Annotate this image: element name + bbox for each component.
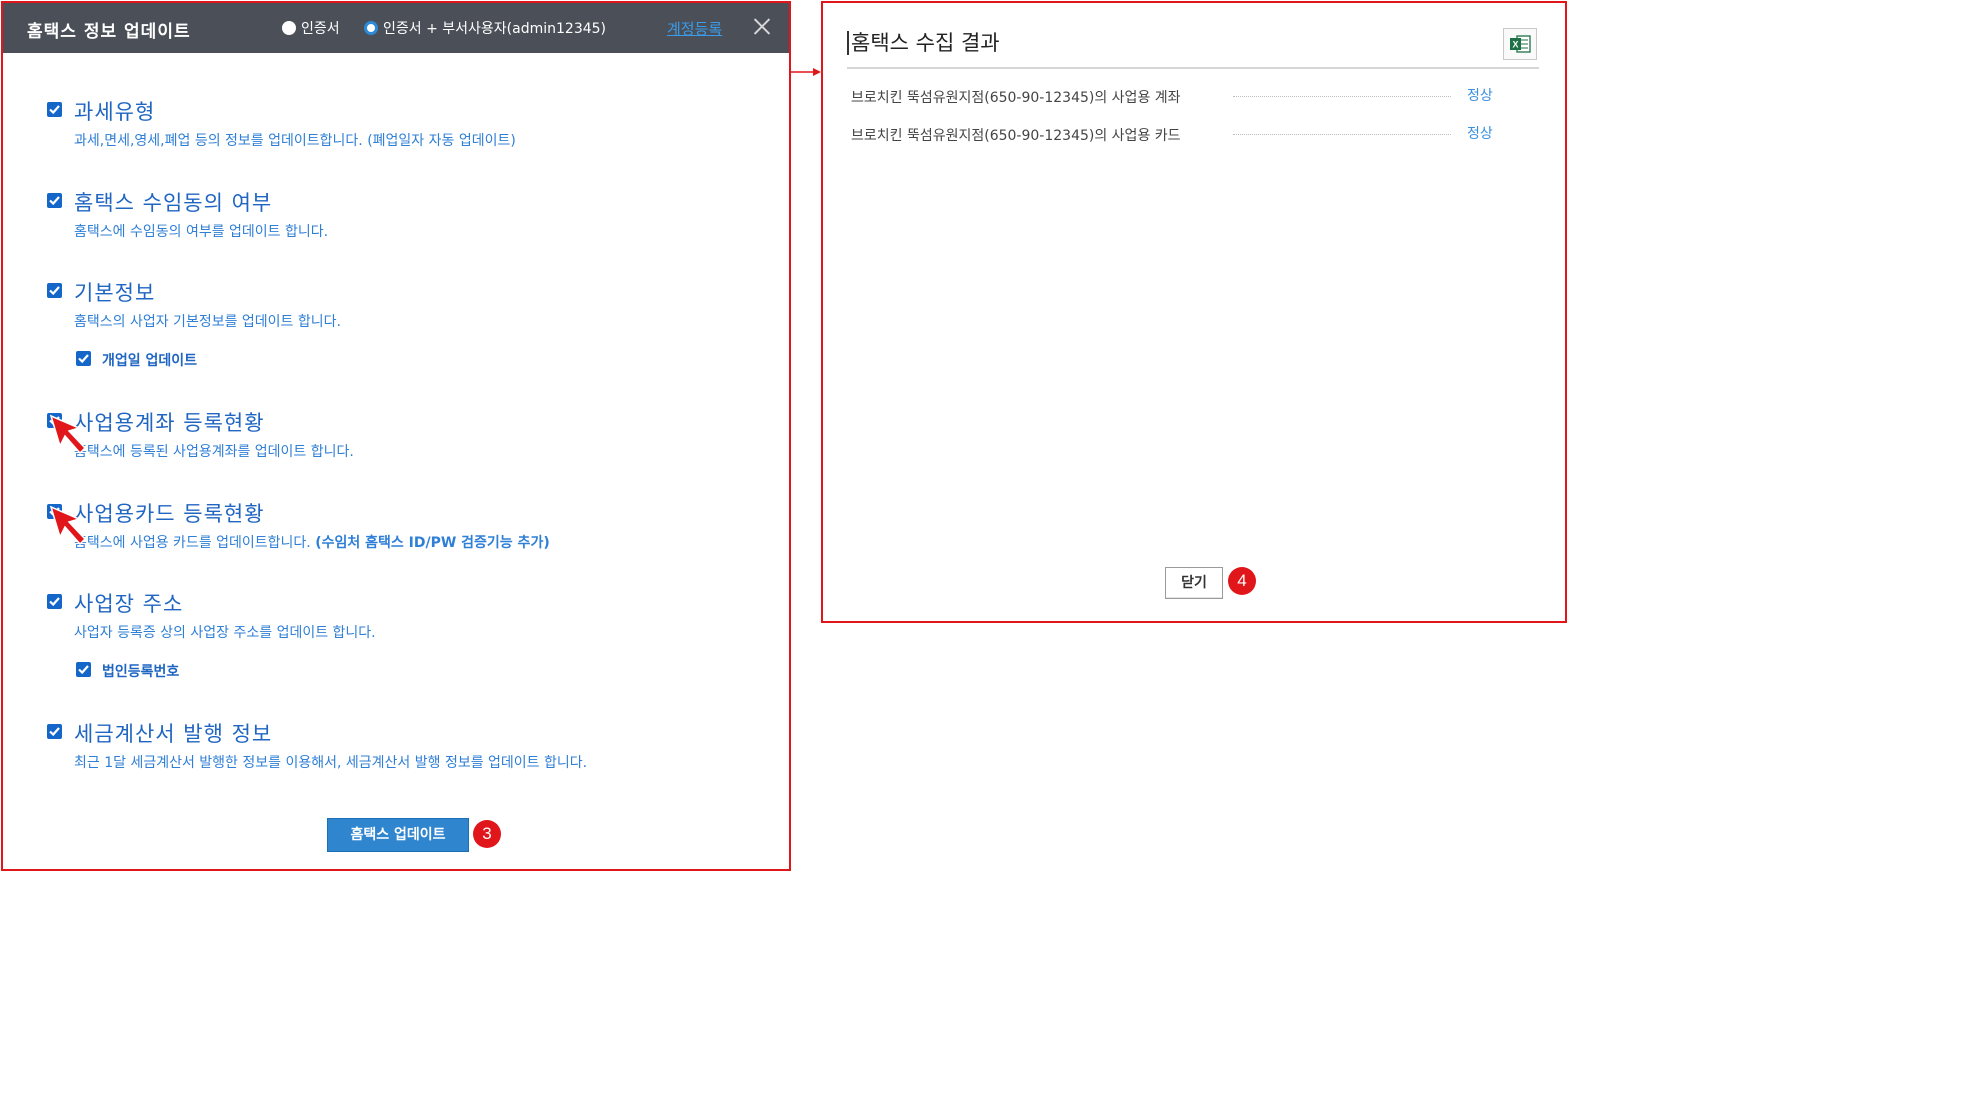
svg-text:X: X xyxy=(1512,40,1518,50)
checkbox-basic-info[interactable] xyxy=(47,283,62,298)
excel-export-button[interactable]: X xyxy=(1503,28,1537,60)
option-desc-tax-invoice: 최근 1달 세금계산서 발행한 정보를 이용해서, 세금계산서 발행 정보를 업… xyxy=(74,755,588,771)
checkbox-checked-icon xyxy=(49,196,60,206)
connector-arrow-icon xyxy=(791,68,821,76)
step-badge-3: 3 xyxy=(473,820,501,848)
option-desc-business-address: 사업자 등록증 상의 사업장 주소를 업데이트 합니다. xyxy=(74,625,376,641)
cursor-arrow-icon xyxy=(49,505,87,546)
radio-certificate-dept-user[interactable]: 인증서 + 부서사용자(admin12345) xyxy=(364,18,606,38)
checkbox-business-address[interactable] xyxy=(47,594,62,609)
radio-selected-icon xyxy=(364,21,378,35)
option-title-business-card: 사업용카드 등록현황 xyxy=(74,502,265,526)
radio-unselected-icon xyxy=(282,21,296,35)
option-desc-tax-type: 과세,면세,영세,폐업 등의 정보를 업데이트합니다. (폐업일자 자동 업데이… xyxy=(74,133,516,149)
option-desc-business-card-text: 홈택스에 사업용 카드를 업데이트합니다. xyxy=(74,535,311,551)
result-row-leader xyxy=(1233,134,1451,135)
option-desc-delegation-consent: 홈택스에 수임동의 여부를 업데이트 합니다. xyxy=(74,224,329,240)
close-icon[interactable] xyxy=(751,15,773,37)
checkbox-checked-icon xyxy=(49,105,60,115)
checkbox-tax-type[interactable] xyxy=(47,102,62,117)
result-row: 브로치킨 뚝섬유원지점(650-90-12345)의 사업용 카드 정상 xyxy=(851,125,1501,145)
dialog-header: 홈택스 정보 업데이트 인증서 인증서 + 부서사용자(admin12345) … xyxy=(3,3,789,53)
checkbox-checked-icon xyxy=(49,727,60,737)
result-row-text: 브로치킨 뚝섬유원지점(650-90-12345)의 사업용 카드 xyxy=(851,128,1181,144)
hometax-result-dialog: 홈택스 수집 결과 X 브로치킨 뚝섬유원지점(650-90-12345)의 사… xyxy=(821,1,1567,623)
radio-certificate-label: 인증서 xyxy=(301,21,340,37)
option-title-business-address: 사업장 주소 xyxy=(74,592,184,616)
checkbox-checked-icon xyxy=(78,354,89,364)
option-title-business-account: 사업용계좌 등록현황 xyxy=(74,411,265,435)
checkbox-tax-invoice[interactable] xyxy=(47,724,62,739)
result-row-status[interactable]: 정상 xyxy=(1467,85,1493,105)
option-desc-business-account: 홈택스에 등록된 사업용계좌를 업데이트 합니다. xyxy=(74,444,354,460)
option-title-tax-invoice: 세금계산서 발행 정보 xyxy=(74,722,273,746)
close-button[interactable]: 닫기 xyxy=(1165,567,1223,599)
result-row: 브로치킨 뚝섬유원지점(650-90-12345)의 사업용 계좌 정상 xyxy=(851,87,1501,107)
hometax-update-button[interactable]: 홈택스 업데이트 xyxy=(327,818,469,852)
option-desc-business-card: 홈택스에 사업용 카드를 업데이트합니다. (수임처 홈택스 ID/PW 검증기… xyxy=(74,532,550,552)
option-desc-business-card-note: (수임처 홈택스 ID/PW 검증기능 추가) xyxy=(315,535,550,551)
result-dialog-title: 홈택스 수집 결과 xyxy=(847,31,1000,55)
checkbox-checked-icon xyxy=(49,597,60,607)
option-title-delegation-consent: 홈택스 수임동의 여부 xyxy=(74,191,273,215)
checkbox-checked-icon xyxy=(78,665,89,675)
radio-certificate[interactable]: 인증서 xyxy=(282,18,340,38)
step-badge-4: 4 xyxy=(1228,567,1256,595)
checkbox-checked-icon xyxy=(49,286,60,296)
excel-icon: X xyxy=(1510,35,1531,53)
hometax-update-dialog: 홈택스 정보 업데이트 인증서 인증서 + 부서사용자(admin12345) … xyxy=(1,1,791,871)
result-divider xyxy=(847,67,1539,69)
result-row-text: 브로치킨 뚝섬유원지점(650-90-12345)의 사업용 계좌 xyxy=(851,90,1181,106)
sub-option-corporate-reg-number: 법인등록번호 xyxy=(102,664,180,680)
checkbox-corporate-reg-number[interactable] xyxy=(76,662,91,677)
cursor-arrow-icon xyxy=(49,414,87,455)
checkbox-delegation-consent[interactable] xyxy=(47,193,62,208)
result-row-leader xyxy=(1233,96,1451,97)
option-desc-basic-info: 홈택스의 사업자 기본정보를 업데이트 합니다. xyxy=(74,314,341,330)
account-register-link[interactable]: 계정등록 xyxy=(667,18,722,39)
sub-option-open-date-update: 개업일 업데이트 xyxy=(102,353,198,369)
result-row-status[interactable]: 정상 xyxy=(1467,123,1493,143)
dialog-title: 홈택스 정보 업데이트 xyxy=(27,22,191,42)
option-title-basic-info: 기본정보 xyxy=(74,281,156,305)
radio-certificate-dept-user-label: 인증서 + 부서사용자(admin12345) xyxy=(383,21,606,37)
option-title-tax-type: 과세유형 xyxy=(74,100,156,124)
checkbox-open-date-update[interactable] xyxy=(76,351,91,366)
